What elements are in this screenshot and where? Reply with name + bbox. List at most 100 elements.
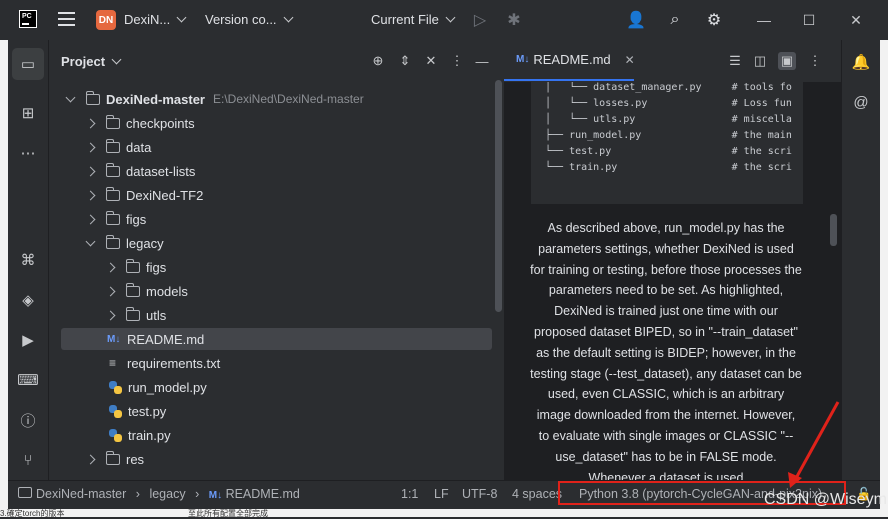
folder-tool-icon[interactable]: ▭: [18, 54, 38, 74]
breadcrumb-item[interactable]: DexiNed-master: [36, 487, 126, 501]
tree-item-file[interactable]: run_model.py: [61, 376, 492, 398]
folder-icon: [105, 138, 120, 153]
tree-item-label: res: [126, 451, 145, 467]
indent-setting[interactable]: 4 spaces: [512, 487, 562, 501]
path-hint: E:\DexiNed\DexiNed-master: [213, 92, 364, 106]
notifications-icon[interactable]: 🔔: [851, 52, 871, 72]
line-ending[interactable]: LF: [434, 487, 449, 501]
tree-item-folder[interactable]: utls: [61, 304, 492, 326]
tree-item-folder[interactable]: figs: [61, 256, 492, 278]
project-switcher[interactable]: DexiN...: [124, 12, 187, 27]
settings-icon[interactable]: ⚙: [704, 10, 724, 30]
close-window-icon[interactable]: ✕: [846, 10, 866, 30]
options-icon[interactable]: ⋮: [448, 52, 466, 70]
run-config-label: Current File: [371, 12, 439, 27]
markdown-file-icon: M↓: [516, 54, 530, 65]
breadcrumb-item[interactable]: legacy: [149, 487, 185, 501]
chevron-down-icon: [85, 236, 96, 246]
tree-item-file[interactable]: train.py: [61, 424, 492, 446]
chevron-right-icon: [85, 454, 96, 464]
tree-item-folder[interactable]: checkpoints: [61, 112, 492, 134]
chevron-right-icon: [85, 142, 96, 152]
tree-item-label: test.py: [128, 403, 167, 419]
folder-icon: [105, 234, 120, 249]
main-menu-icon[interactable]: [58, 12, 75, 26]
breadcrumb-item[interactable]: README.md: [226, 487, 300, 501]
project-badge[interactable]: DN: [96, 10, 116, 30]
services-tool-icon[interactable]: ▶: [18, 330, 38, 350]
maximize-icon[interactable]: ☐: [799, 10, 819, 30]
tree-item-label: run_model.py: [128, 379, 207, 395]
tree-item-file[interactable]: test.py: [61, 400, 492, 422]
desktop-right-strip: [880, 40, 888, 508]
tree-item-folder[interactable]: res: [61, 448, 492, 470]
python-console-icon[interactable]: ⌘: [18, 250, 38, 270]
caret-position[interactable]: 1:1: [401, 487, 418, 501]
ai-assistant-icon[interactable]: @: [851, 92, 871, 112]
project-title-label: Project: [61, 54, 106, 69]
tree-item-file-selected[interactable]: M↓ README.md: [61, 328, 492, 350]
more-tools-icon[interactable]: ⋯: [18, 143, 38, 163]
chevron-right-icon: [85, 118, 96, 128]
tree-item-folder[interactable]: figs: [61, 208, 492, 230]
split-preview-icon[interactable]: ◫: [751, 52, 769, 70]
tree-item-folder[interactable]: models: [61, 280, 492, 302]
expand-all-icon[interactable]: ⇕: [396, 52, 414, 70]
preview-only-icon[interactable]: ▣: [778, 52, 796, 70]
search-icon[interactable]: ⌕: [665, 10, 685, 30]
problems-tool-icon[interactable]: ⓘ: [18, 410, 38, 430]
chevron-right-icon: [105, 310, 116, 320]
git-tool-icon[interactable]: ⑂: [18, 450, 38, 470]
vcs-label: Version co...: [205, 12, 277, 27]
editor-only-icon[interactable]: ☰: [726, 52, 744, 70]
tree-item-folder[interactable]: dataset-lists: [61, 160, 492, 182]
tree-item-root[interactable]: DexiNed-master E:\DexiNed\DexiNed-master: [61, 88, 492, 110]
chevron-down-icon: [65, 92, 76, 102]
project-panel: Project ⊕ ⇕ ✕ ⋮ — DexiNed-master E:\Dexi…: [49, 40, 503, 480]
background-text: 3.確定torch的版本: [0, 509, 65, 518]
code-line: │ └── dataset_manager.py # tools fo: [545, 82, 792, 93]
left-tool-strip: ▭ ⊞ ⋯ ⌘ ◈ ▶ ⌨ ⓘ ⑂: [8, 40, 48, 480]
code-line: └── test.py # the scri: [545, 146, 792, 157]
chevron-down-icon: [176, 12, 187, 23]
run-icon[interactable]: ▷: [470, 10, 490, 30]
breadcrumb: DexiNed-master › legacy › M↓ README.md: [18, 487, 300, 501]
options-icon[interactable]: ⋮: [806, 52, 824, 70]
tree-item-label: utls: [146, 307, 167, 323]
tree-item-label: train.py: [128, 427, 171, 443]
project-panel-title[interactable]: Project: [61, 54, 122, 69]
collapse-all-icon[interactable]: ✕: [422, 52, 440, 70]
debug-icon[interactable]: ✱: [504, 10, 524, 30]
breadcrumb-separator-icon: ›: [195, 487, 200, 501]
locate-icon[interactable]: ⊕: [369, 52, 387, 70]
close-tab-icon[interactable]: ✕: [625, 53, 635, 67]
minimize-icon[interactable]: —: [754, 10, 774, 30]
tree-item-label: DexiNed-TF2: [126, 187, 204, 203]
chevron-right-icon: [85, 214, 96, 224]
vcs-menu[interactable]: Version co...: [205, 12, 293, 27]
desktop-bottom-strip: 3.確定torch的版本 至此所有配置全部完成: [0, 508, 888, 518]
tree-item-label: dataset-lists: [126, 163, 196, 179]
project-scrollbar[interactable]: [495, 80, 502, 312]
code-line: ├── run_model.py # the main: [545, 130, 792, 141]
editor-scrollbar[interactable]: [830, 214, 837, 246]
file-encoding[interactable]: UTF-8: [462, 487, 497, 501]
hide-panel-icon[interactable]: —: [473, 52, 491, 70]
structure-tool-icon[interactable]: ⊞: [18, 103, 38, 123]
tree-item-label: figs: [146, 259, 167, 275]
tree-item-folder[interactable]: DexiNed-TF2: [61, 184, 492, 206]
right-tool-strip: 🔔 @: [842, 40, 880, 480]
code-block: │ └── dataset_manager.py # tools fo │ └─…: [531, 82, 803, 204]
tab-readme[interactable]: M↓ README.md ✕: [504, 40, 635, 81]
layers-tool-icon[interactable]: ◈: [18, 290, 38, 310]
terminal-tool-icon[interactable]: ⌨: [17, 370, 39, 390]
tree-item-folder[interactable]: legacy: [61, 232, 492, 254]
folder-icon: [85, 90, 100, 105]
folder-icon: [125, 282, 140, 297]
run-config-select[interactable]: Current File: [371, 12, 456, 27]
title-bar: PC DN DexiN... Version co... Current Fil…: [0, 0, 888, 40]
tree-item-file[interactable]: ≡ requirements.txt: [61, 352, 492, 374]
add-user-icon[interactable]: 👤: [626, 10, 646, 30]
chevron-right-icon: [105, 262, 116, 272]
tree-item-folder[interactable]: data: [61, 136, 492, 158]
